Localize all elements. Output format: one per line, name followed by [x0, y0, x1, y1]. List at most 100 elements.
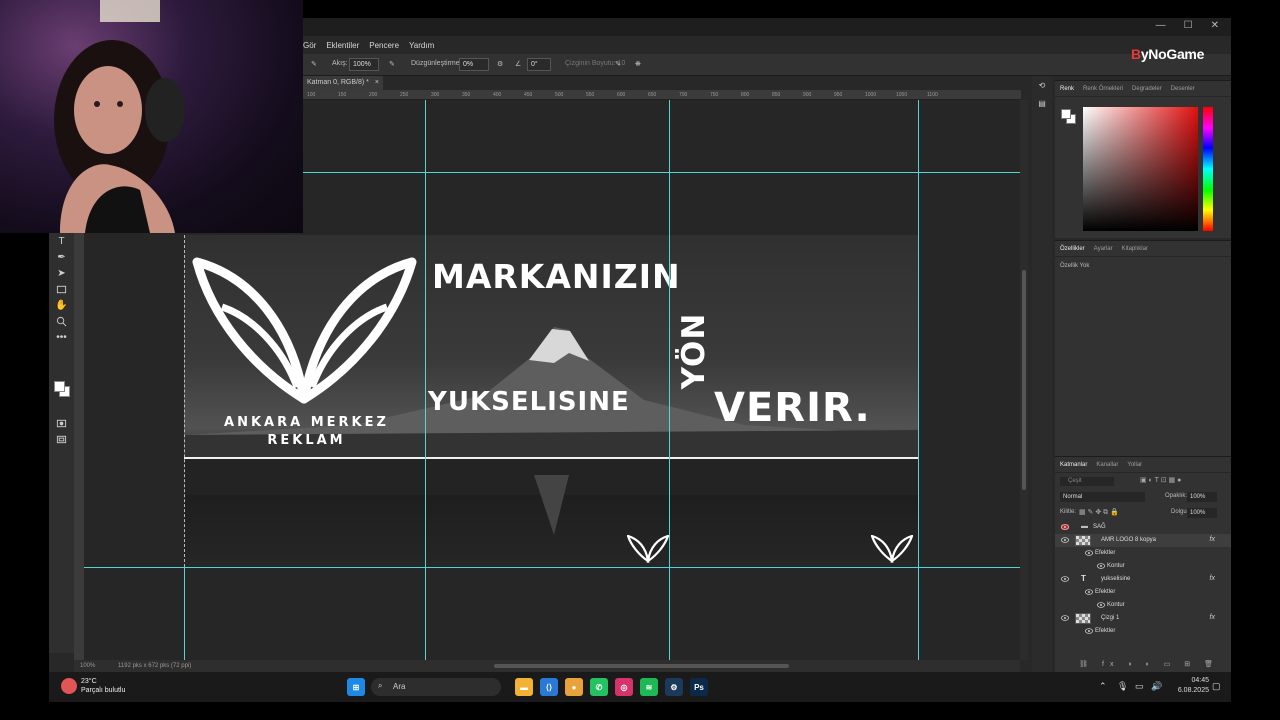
menu-item-gor[interactable]: Gör — [303, 41, 316, 50]
minimize-button[interactable]: — — [1156, 20, 1166, 31]
color-swatches[interactable] — [54, 381, 70, 397]
layer-actions[interactable]: ⛓ fx ◑ ◐ ▭ ⊞ 🗑 — [1055, 660, 1231, 668]
tab-renk[interactable]: Renk — [1060, 86, 1074, 92]
lock-icons[interactable]: ▦ ✎ ✥ ⧉ 🔒 — [1079, 508, 1119, 517]
gear-icon[interactable]: ⚙ — [497, 60, 503, 68]
layer-row[interactable]: Kontur — [1055, 560, 1231, 573]
close-button[interactable]: ✕ — [1211, 20, 1219, 31]
smoothing-input[interactable]: 0% — [459, 58, 489, 71]
visibility-eye-icon[interactable] — [1061, 524, 1069, 530]
vertical-scrollbar[interactable] — [1020, 100, 1028, 660]
tab-renk-ornekleri[interactable]: Renk Örnekleri — [1083, 86, 1123, 92]
foreground-color[interactable] — [54, 381, 65, 392]
menu-item-yardim[interactable]: Yardım — [409, 41, 434, 50]
guide-horizontal[interactable] — [84, 567, 1020, 568]
fill-input[interactable]: 100% — [1187, 508, 1217, 518]
visibility-eye-icon[interactable] — [1061, 537, 1069, 543]
menu-item-pencere[interactable]: Pencere — [369, 41, 399, 50]
taskbar-app-whatsapp-icon[interactable]: ✆ — [590, 678, 608, 696]
layer-search-input[interactable]: Çeşit — [1060, 477, 1114, 486]
opacity-input[interactable]: 100% — [1187, 492, 1217, 502]
tab-katmanlar[interactable]: Katmanlar — [1060, 462, 1087, 468]
guide-vertical[interactable] — [918, 100, 919, 660]
tab-ayarlar[interactable]: Ayarlar — [1094, 246, 1113, 252]
scrollbar-thumb[interactable] — [1022, 270, 1026, 490]
color-swatch-mini[interactable] — [1061, 109, 1077, 125]
effects-eye-icon[interactable] — [1085, 628, 1093, 634]
tab-yollar[interactable]: Yollar — [1127, 462, 1142, 468]
weather-widget[interactable]: 23°C Parçalı bulutlu — [61, 677, 125, 695]
tab-degradeler[interactable]: Degradeler — [1132, 86, 1162, 92]
effects-eye-icon[interactable] — [1085, 589, 1093, 595]
network-icon[interactable]: ▭ — [1135, 681, 1144, 692]
screen-mode-icon[interactable] — [49, 431, 74, 447]
clock[interactable]: 04:45 6.08.2025 — [1178, 676, 1209, 696]
effects-eye-icon[interactable] — [1085, 550, 1093, 556]
layer-row[interactable]: Kontur — [1055, 599, 1231, 612]
notification-icon[interactable]: ▢ — [1212, 681, 1221, 692]
tab-ozellikler[interactable]: Özellikler — [1060, 246, 1085, 252]
maximize-button[interactable]: ☐ — [1184, 20, 1193, 31]
taskbar-app-chrome-icon[interactable]: ● — [565, 678, 583, 696]
filter-icons[interactable]: ▣ ◐ T ⊡ ▦ ● — [1140, 476, 1181, 484]
taskbar-app-instagram-icon[interactable]: ◎ — [615, 678, 633, 696]
zoom-tool-icon[interactable] — [49, 313, 74, 329]
tab-kanallar[interactable]: Kanallar — [1096, 462, 1118, 468]
hand-tool-icon[interactable]: ✋ — [49, 297, 74, 313]
horizontal-scrollbar[interactable] — [494, 664, 789, 668]
effect-eye-icon[interactable] — [1097, 602, 1105, 608]
airbrush-icon[interactable]: ✎ — [389, 60, 395, 68]
comments-icon[interactable]: ▤ — [1032, 94, 1052, 112]
layer-row[interactable]: Efektler — [1055, 547, 1231, 560]
more-tools-icon[interactable]: ••• — [49, 329, 74, 345]
angle-input[interactable]: 0° — [527, 58, 551, 71]
quick-mask-icon[interactable] — [49, 415, 74, 431]
ruler-tick-label: 1050 — [896, 92, 908, 98]
type-tool-icon[interactable]: T — [49, 233, 74, 249]
taskbar-app-vscode-icon[interactable]: ⟨⟩ — [540, 678, 558, 696]
artwork-canvas[interactable]: ANKARA MERKEZ REKLAM MARKANIZIN YUKSELIS… — [184, 235, 919, 567]
pen-tool-icon[interactable]: ✒ — [49, 249, 74, 265]
menu-item-eklentiler[interactable]: Eklentiler — [326, 41, 359, 50]
visibility-eye-icon[interactable] — [1061, 615, 1069, 621]
hue-slider[interactable] — [1203, 107, 1213, 231]
tab-kitapliklar[interactable]: Kitaplıklar — [1122, 246, 1148, 252]
guide-vertical[interactable] — [184, 567, 185, 660]
zoom-level[interactable]: 100% — [80, 663, 95, 669]
microphone-icon[interactable]: 🎙 — [1117, 681, 1128, 692]
tab-desenler[interactable]: Desenler — [1171, 86, 1195, 92]
layer-fx-badge[interactable]: fx — [1210, 575, 1215, 582]
color-picker-field[interactable] — [1083, 107, 1198, 231]
rectangle-tool-icon[interactable] — [49, 281, 74, 297]
volume-icon[interactable]: 🔊 — [1151, 681, 1162, 692]
layer-fx-badge[interactable]: fx — [1210, 536, 1215, 543]
taskbar-app-explorer-icon[interactable]: ▬ — [515, 678, 533, 696]
visibility-eye-icon[interactable] — [1061, 576, 1069, 582]
history-icon[interactable]: ⟲ — [1032, 76, 1052, 94]
symmetry-icon[interactable]: ❋ — [635, 60, 641, 68]
layer-name: Çizgi 1 — [1101, 615, 1120, 621]
path-select-icon[interactable]: ➤ — [49, 265, 74, 281]
layer-row[interactable]: Çizgi 1 fx — [1055, 612, 1231, 625]
layer-row[interactable]: Efektler — [1055, 625, 1231, 638]
layer-row[interactable]: ▬ SAĞ — [1055, 521, 1231, 534]
document-tab[interactable]: Katman 0, RGB/8) * × — [303, 76, 383, 90]
effect-eye-icon[interactable] — [1097, 563, 1105, 569]
tray-chevron-icon[interactable]: ⌃ — [1099, 681, 1107, 692]
taskbar-search[interactable]: ⌕ Ara — [371, 678, 501, 696]
flow-input[interactable]: 100% — [349, 58, 379, 71]
layer-row[interactable]: Tyukselisine fx — [1055, 573, 1231, 586]
taskbar-app-spotify-icon[interactable]: ≋ — [640, 678, 658, 696]
guide-vertical[interactable] — [425, 100, 426, 660]
taskbar-app-steam-icon[interactable]: ⚙ — [665, 678, 683, 696]
brush-preset-icon[interactable]: ✎ — [311, 60, 317, 68]
pressure-icon[interactable]: ✎ — [615, 60, 621, 68]
start-button[interactable]: ⊞ — [347, 678, 365, 696]
close-tab-icon[interactable]: × — [375, 79, 379, 86]
layer-row[interactable]: Efektler — [1055, 586, 1231, 599]
guide-vertical[interactable] — [669, 100, 670, 660]
layer-row[interactable]: AMR LOGO 8 kopya fx — [1055, 534, 1231, 547]
blend-mode-select[interactable]: Normal — [1060, 492, 1145, 502]
taskbar-app-photoshop-icon[interactable]: Ps — [690, 678, 708, 696]
layer-fx-badge[interactable]: fx — [1210, 614, 1215, 621]
